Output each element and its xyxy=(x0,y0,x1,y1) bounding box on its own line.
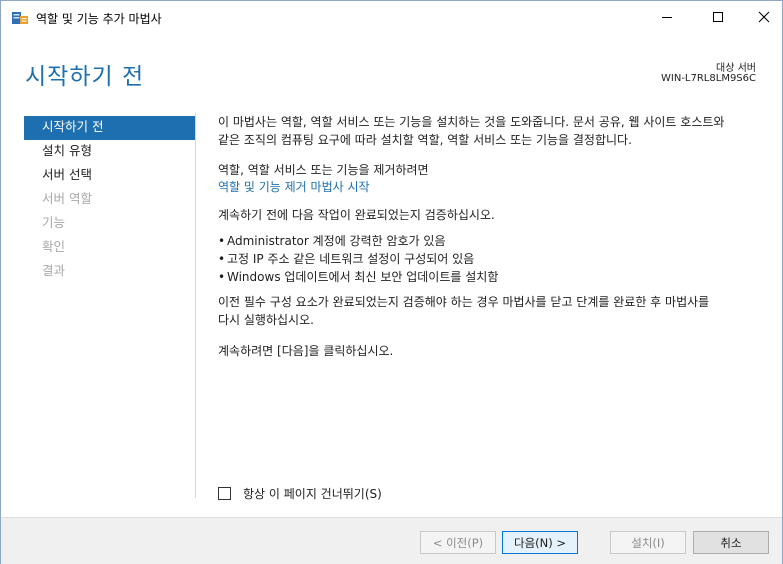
list-item: • Administrator 계정에 강력한 암호가 있음 xyxy=(218,234,446,248)
prerequisite-list: • Administrator 계정에 강력한 암호가 있음 • 고정 IP 주소 … xyxy=(218,232,498,286)
nav-item-installation-type[interactable]: 설치 유형 xyxy=(24,140,195,164)
list-item: • 고정 IP 주소 같은 네트워크 설정이 구성되어 있음 xyxy=(218,252,475,266)
intro-paragraph: 이 마법사는 역할, 역할 서비스 또는 기능을 설치하는 것을 도와줍니다. … xyxy=(218,113,763,149)
nav-item-before-you-begin[interactable]: 시작하기 전 xyxy=(24,116,195,140)
verify-text: 계속하기 전에 다음 작업이 완료되었는지 검증하십시오. xyxy=(218,208,495,222)
maximize-button[interactable] xyxy=(695,1,741,35)
server-manager-icon xyxy=(12,11,28,25)
nav-item-confirmation: 확인 xyxy=(42,239,66,254)
skip-page-option[interactable]: 항상 이 페이지 건너뛰기(S) xyxy=(218,485,382,502)
install-button[interactable]: 설치(I) xyxy=(610,531,686,554)
title-bar[interactable]: 역할 및 기능 추가 마법사 xyxy=(1,1,782,35)
minimize-icon xyxy=(661,11,673,26)
skip-page-checkbox[interactable] xyxy=(218,487,231,500)
close-wizard-paragraph: 이전 필수 구성 요소가 완료되었는지 검증해야 하는 경우 마법사를 닫고 단… xyxy=(218,293,763,329)
next-button[interactable]: 다음(N) > xyxy=(502,531,578,554)
target-server-label: 대상 서버 xyxy=(716,63,756,74)
nav-item-server-selection[interactable]: 서버 선택 xyxy=(24,164,195,188)
next-instruction-text: 계속하려면 [다음]을 클릭하십시오. xyxy=(218,344,394,358)
nav-item-server-roles: 서버 역할 xyxy=(42,191,92,206)
list-item: • Windows 업데이트에서 최신 보안 업데이트를 설치함 xyxy=(218,270,499,284)
cancel-button[interactable]: 취소 xyxy=(693,531,769,554)
nav-item-results: 결과 xyxy=(42,263,66,278)
remove-wizard-link[interactable]: 역할 및 기능 제거 마법사 시작 xyxy=(218,178,370,196)
previous-button[interactable]: < 이전(P) xyxy=(420,531,496,554)
remove-text: 역할, 역할 서비스 또는 기능을 제거하려면 xyxy=(218,163,429,177)
wizard-window: 역할 및 기능 추가 마법사 시작하기 전 대상 서버 WIN-L7RL8LM9… xyxy=(0,0,783,564)
nav-item-features: 기능 xyxy=(42,215,66,230)
target-server-name: WIN-L7RL8LM9S6C xyxy=(661,73,756,84)
skip-page-label[interactable]: 항상 이 페이지 건너뛰기(S) xyxy=(243,485,382,502)
footer-bar: < 이전(P) 다음(N) > 설치(I) 취소 xyxy=(1,517,782,564)
close-line: 이전 필수 구성 요소가 완료되었는지 검증해야 하는 경우 마법사를 닫고 단… xyxy=(218,295,710,309)
close-line: 다시 실행하십시오. xyxy=(218,313,314,327)
close-button[interactable] xyxy=(741,1,783,35)
minimize-button[interactable] xyxy=(644,1,690,35)
intro-line: 같은 조직의 컴퓨팅 요구에 따라 설치할 역할, 역할 서비스 또는 기능을 … xyxy=(218,133,632,147)
window-title: 역할 및 기능 추가 마법사 xyxy=(36,12,162,26)
page-title: 시작하기 전 xyxy=(25,64,145,90)
intro-line: 이 마법사는 역할, 역할 서비스 또는 기능을 설치하는 것을 도와줍니다. … xyxy=(218,115,725,129)
maximize-icon xyxy=(712,11,724,26)
nav-divider xyxy=(195,113,196,498)
close-icon xyxy=(758,11,770,26)
wizard-nav: 시작하기 전 설치 유형 서버 선택 서버 역할 기능 확인 결과 xyxy=(24,116,195,284)
